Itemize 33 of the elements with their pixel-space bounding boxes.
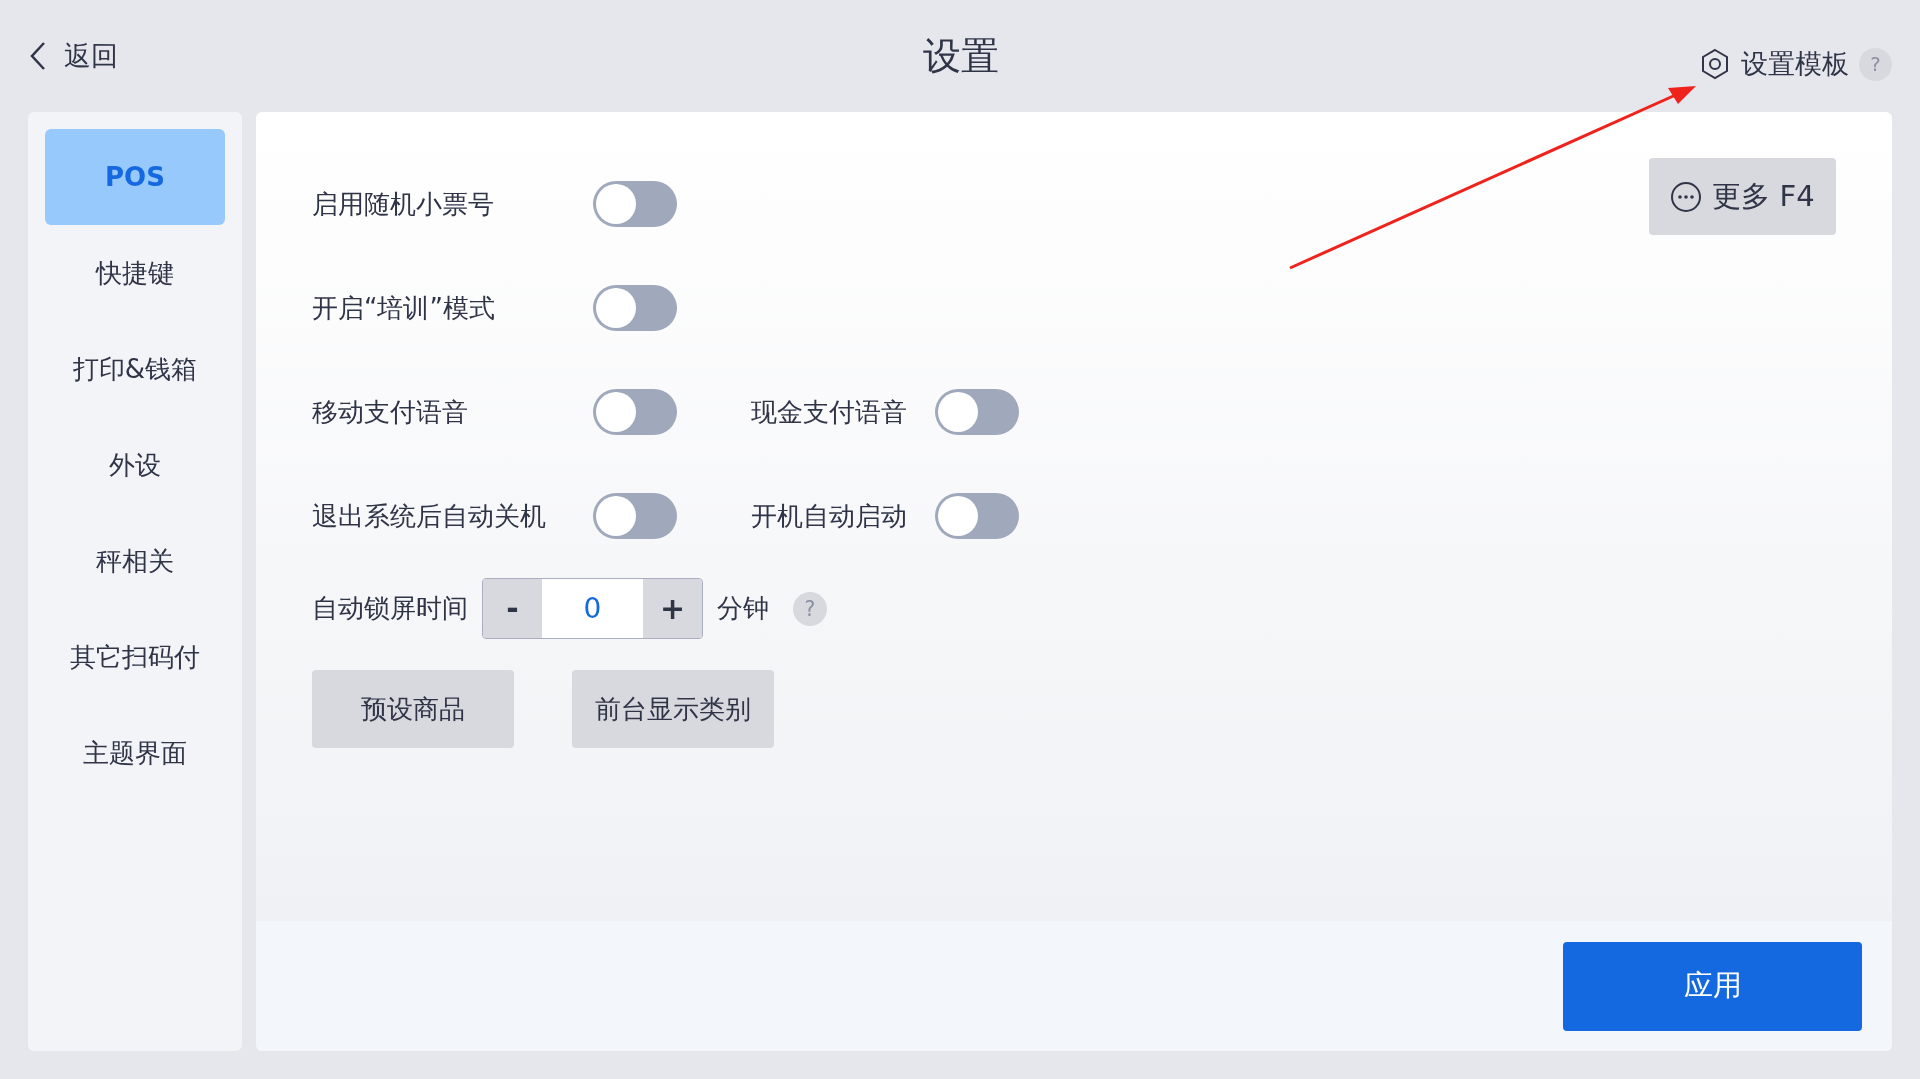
toggle-switch[interactable] — [935, 389, 1019, 435]
setting-label: 退出系统后自动关机 — [312, 499, 547, 533]
sidebar-item[interactable]: 其它扫码付 — [45, 609, 225, 705]
setting-label: 启用随机小票号 — [312, 187, 495, 221]
more-icon — [1670, 180, 1703, 213]
back-button[interactable]: 返回 — [30, 38, 118, 74]
action-button[interactable]: 前台显示类别 — [572, 670, 774, 748]
toggle-switch[interactable] — [593, 389, 677, 435]
decrement-button[interactable]: - — [483, 579, 542, 638]
setting-label: 自动锁屏时间 — [312, 592, 468, 625]
template-link[interactable]: 设置模板 — [1701, 46, 1849, 82]
setting-label: 移动支付语音 — [312, 395, 469, 429]
chevron-left-icon — [30, 41, 46, 71]
sidebar-item[interactable]: 打印&钱箱 — [45, 321, 225, 417]
toggle-switch[interactable] — [935, 493, 1019, 539]
more-button[interactable]: 更多 F4 — [1649, 158, 1836, 235]
toggle-switch[interactable] — [593, 493, 677, 539]
sidebar-item[interactable]: 主题界面 — [45, 705, 225, 801]
setting-label: 开启“培训”模式 — [312, 291, 496, 325]
setting-label: 开机自动启动 — [751, 499, 908, 533]
toggle-switch[interactable] — [593, 181, 677, 227]
hexagon-settings-icon — [1701, 48, 1729, 80]
sidebar-item[interactable]: 外设 — [45, 417, 225, 513]
number-field[interactable]: 0 — [542, 579, 643, 638]
sidebar-item[interactable]: 秤相关 — [45, 513, 225, 609]
sidebar-item[interactable]: 快捷键 — [45, 225, 225, 321]
unit-label: 分钟 — [717, 592, 769, 625]
apply-button[interactable]: 应用 — [1563, 941, 1862, 1031]
increment-button[interactable]: + — [643, 579, 702, 638]
toggle-switch[interactable] — [593, 285, 677, 331]
action-button[interactable]: 预设商品 — [312, 670, 514, 748]
page-title: 设置 — [923, 32, 999, 80]
setting-label: 现金支付语音 — [751, 395, 908, 429]
